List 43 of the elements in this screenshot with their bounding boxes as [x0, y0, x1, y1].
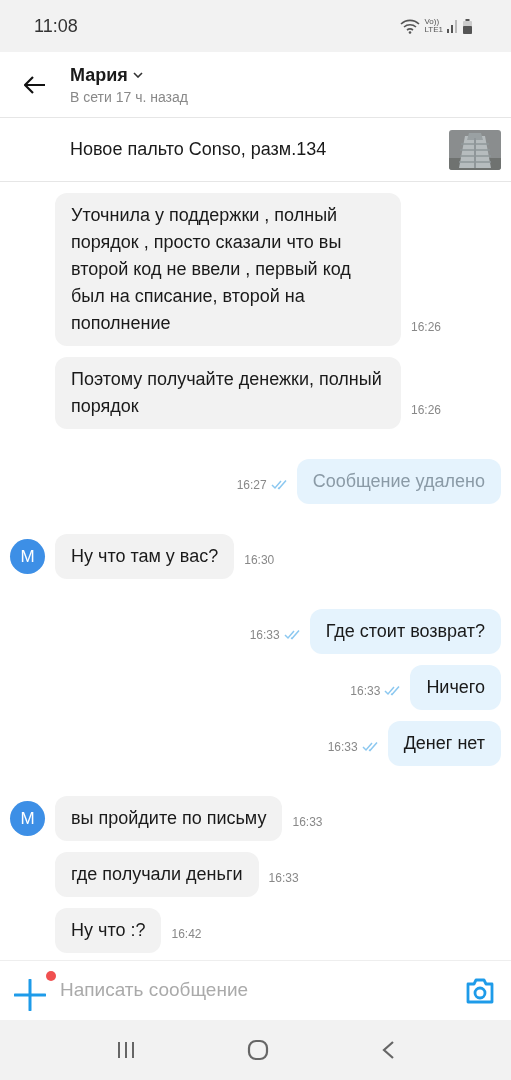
message-time: 16:33	[292, 814, 323, 831]
listing-title: Новое пальто Conso, разм.134	[70, 138, 327, 161]
recent-apps-icon	[115, 1041, 136, 1059]
signal-icon	[447, 19, 459, 33]
incoming-message: Уточнила у поддержки , полный порядок , просто сказали что вы второй код не ввели , первый код был на списание, второй на пополнение	[55, 193, 401, 346]
presence-status: В сети 17 ч. назад	[70, 87, 188, 107]
outgoing-message: Денег нет	[387, 721, 501, 766]
battery-icon	[463, 18, 472, 34]
contact-name-button[interactable]: Мария	[70, 62, 188, 87]
message-time: 16:26	[410, 402, 441, 419]
avatar: М	[10, 801, 45, 836]
camera-icon	[465, 977, 495, 1004]
message-time: 16:26	[410, 319, 441, 336]
incoming-message: вы пройдите по письму	[55, 796, 283, 841]
wifi-icon	[400, 18, 421, 34]
message-time: 16:33	[327, 739, 358, 756]
outgoing-message: Где стоит возврат?	[309, 609, 501, 654]
incoming-message: Ну что там у вас?	[55, 534, 235, 579]
status-time: 11:08	[34, 14, 78, 38]
outgoing-message: Ничего	[410, 665, 501, 710]
message-time: 16:27	[236, 477, 267, 494]
avatar: М	[10, 539, 45, 574]
back-icon	[381, 1040, 396, 1060]
network-label: LTE1	[424, 26, 443, 34]
message-time: 16:33	[249, 627, 280, 644]
message-time: 16:42	[171, 926, 202, 943]
network-label: Vo))	[424, 18, 440, 26]
back-nav-button[interactable]	[381, 1040, 396, 1060]
chevron-down-icon	[132, 71, 143, 78]
deleted-message: Сообщение удалено	[296, 459, 501, 504]
incoming-message: Поэтому получайте денежки, полный порядок	[55, 357, 401, 429]
plus-icon	[14, 978, 46, 1011]
message-time: 16:30	[244, 552, 275, 569]
back-arrow-icon	[24, 75, 46, 94]
message-time: 16:33	[268, 870, 299, 887]
home-button[interactable]	[247, 1039, 270, 1061]
incoming-message: где получали деньги	[55, 852, 259, 897]
listing-bar[interactable]: Новое пальто Conso, разм.134	[0, 118, 511, 182]
home-icon	[247, 1039, 270, 1061]
message-time: 16:33	[350, 683, 381, 700]
message-input-field[interactable]: Написать сообщение	[60, 976, 463, 1005]
incoming-message: Ну что :?	[55, 908, 162, 953]
recent-apps-button[interactable]	[115, 1041, 136, 1059]
